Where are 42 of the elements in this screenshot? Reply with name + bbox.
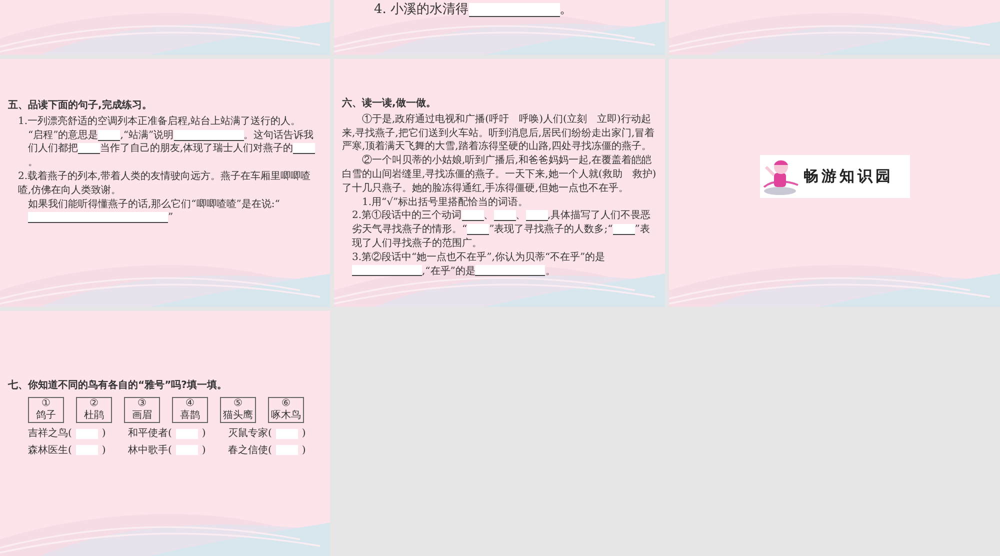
bird-name: 啄木鸟 [270, 410, 302, 422]
slide-thumbnail[interactable] [334, 59, 665, 307]
slide-thumbnail[interactable]: 五、品读下面的句子,完成练习。 1.一列漂亮舒适的空调列本正准备启程,站台上站满了送行的人。 “启程”的意思是 ,“站满”说明 。这句话告诉我们人们都把 当作了自己的朋友,体现了瑞士人们对燕子的 。 2.载着燕子的列本,带着人类的友情驶向远方。燕子在车厢里唧唧喳喳,仿佛在向人类致谢。 如果我们能听得懂燕子的话,那么它们“唧唧喳喳”是在说:“ ” [0, 59, 330, 307]
exercise-text: 2.载着燕子的列本,带着人类的友情驶向远方。燕子在车厢里唧唧喳喳,仿佛在向人类致谢。 [17, 170, 312, 198]
slot-label: ) [102, 426, 106, 441]
slot-label: 森林医生( [28, 444, 72, 458]
slot-label: 春之信使( [228, 444, 272, 458]
exercise-text: 2.第①段话中的三个动词 、 、 ,具体描写了人们不畏恶劣天气寻找燕子的情形。“ ”表现了寻找燕子的人数多;“ ”表现了人们寻找燕子的范围广。 [351, 209, 652, 251]
exercise-text: ②一个叫贝蒂的小姑娘,听到广播后,和爸爸妈妈一起,在覆盖着皑皑白雪的山间岩缝里,寻找冻僵的燕子。一天下来,她一个人就(救助 救护)了十几只燕子。她的脸冻得通红,手冻得僵硬,但她一点也不在乎。 [342, 154, 657, 196]
bird-name: 猫头鹰 [222, 410, 254, 422]
slot-label: 林中歌手( [128, 444, 172, 458]
number-label: ① [40, 398, 52, 410]
number-label: ③ [136, 398, 148, 410]
exercise-text: “启程”的意思是 ,“站满”说明 。这句话告诉我们人们都把 当作了自己的朋友,体现了瑞士人们对燕子的 。 [27, 128, 316, 170]
exercise-text: 1.用“√”标出括号里搭配恰当的词语。 [361, 196, 530, 210]
bird-name: 鸽子 [35, 410, 57, 422]
bird-name: 画眉 [131, 410, 153, 422]
banner-title: 畅游知识园 [804, 167, 894, 186]
number-label: ⑥ [280, 398, 292, 410]
section-heading: 六、读一读,做一做。 [342, 97, 437, 111]
number-label: ② [88, 398, 100, 410]
slot-label: ) [302, 426, 306, 441]
exercise-text: 1.一列漂亮舒适的空调列本正准备启程,站台上站满了送行的人。 [17, 114, 302, 129]
exercise-text: ①于是,政府通过电视和广播(呼吁 呼唤)人们(立刻 立即)行动起来,寻找燕子,把它们送到火车站。听到消息后,居民们纷纷走出家门,冒着严寒,顶着满天飞舞的大雪,踏着冻得坚硬的山路,四处寻找冻僵的燕子。 [342, 112, 656, 154]
exercise-text: 4. 小溪的水清得 。 [373, 1, 574, 18]
slot-label: ) [102, 444, 106, 458]
slot-label: 吉祥之鸟( [28, 426, 72, 441]
number-label: ④ [184, 398, 196, 410]
slide-thumbnail[interactable]: 畅游知识园 [669, 59, 1000, 307]
slot-label: ) [202, 444, 206, 458]
slot-label: 和平使者( [128, 426, 172, 441]
slot-label: 灭鼠专家( [228, 426, 272, 441]
exercise-text: 3.第②段话中“她一点也不在乎”,你认为贝蒂“不在乎”的是 ,“在乎”的是 。 [351, 250, 606, 278]
section-heading: 五、品读下面的句子,完成练习。 [8, 99, 153, 113]
slide-thumbnail[interactable]: 4. 小溪的水清得 。 [334, 0, 665, 55]
number-label: ⑤ [232, 398, 244, 410]
slot-label: ) [202, 426, 206, 441]
section-heading: 七、你知道不同的鸟有各自的“雅号”吗?填一填。 [8, 379, 228, 393]
bird-name: 杜鹃 [83, 410, 105, 422]
bird-name: 喜鹊 [179, 410, 201, 422]
slot-label: ) [302, 444, 306, 458]
exercise-text: 如果我们能听得懂燕子的话,那么它们“唧唧喳喳”是在说:“ ” [27, 198, 281, 226]
